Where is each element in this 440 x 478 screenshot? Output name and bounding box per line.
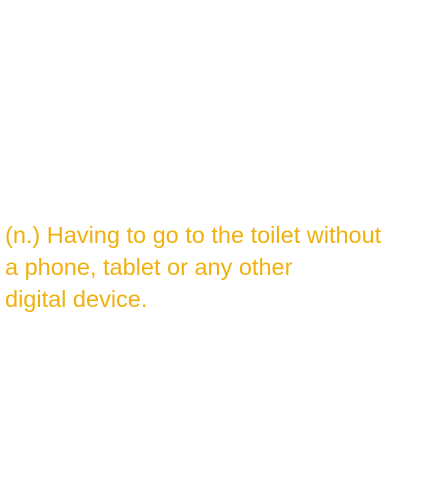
definition-line-1: (n.) Having to go to the toilet without — [5, 222, 382, 248]
definition-line-2: a phone, tablet or any other — [5, 254, 293, 280]
definition-line-3: digital device. — [5, 286, 148, 312]
page: (n.) Having to go to the toilet without … — [0, 0, 440, 478]
definition-text: (n.) Having to go to the toilet without … — [5, 219, 438, 315]
